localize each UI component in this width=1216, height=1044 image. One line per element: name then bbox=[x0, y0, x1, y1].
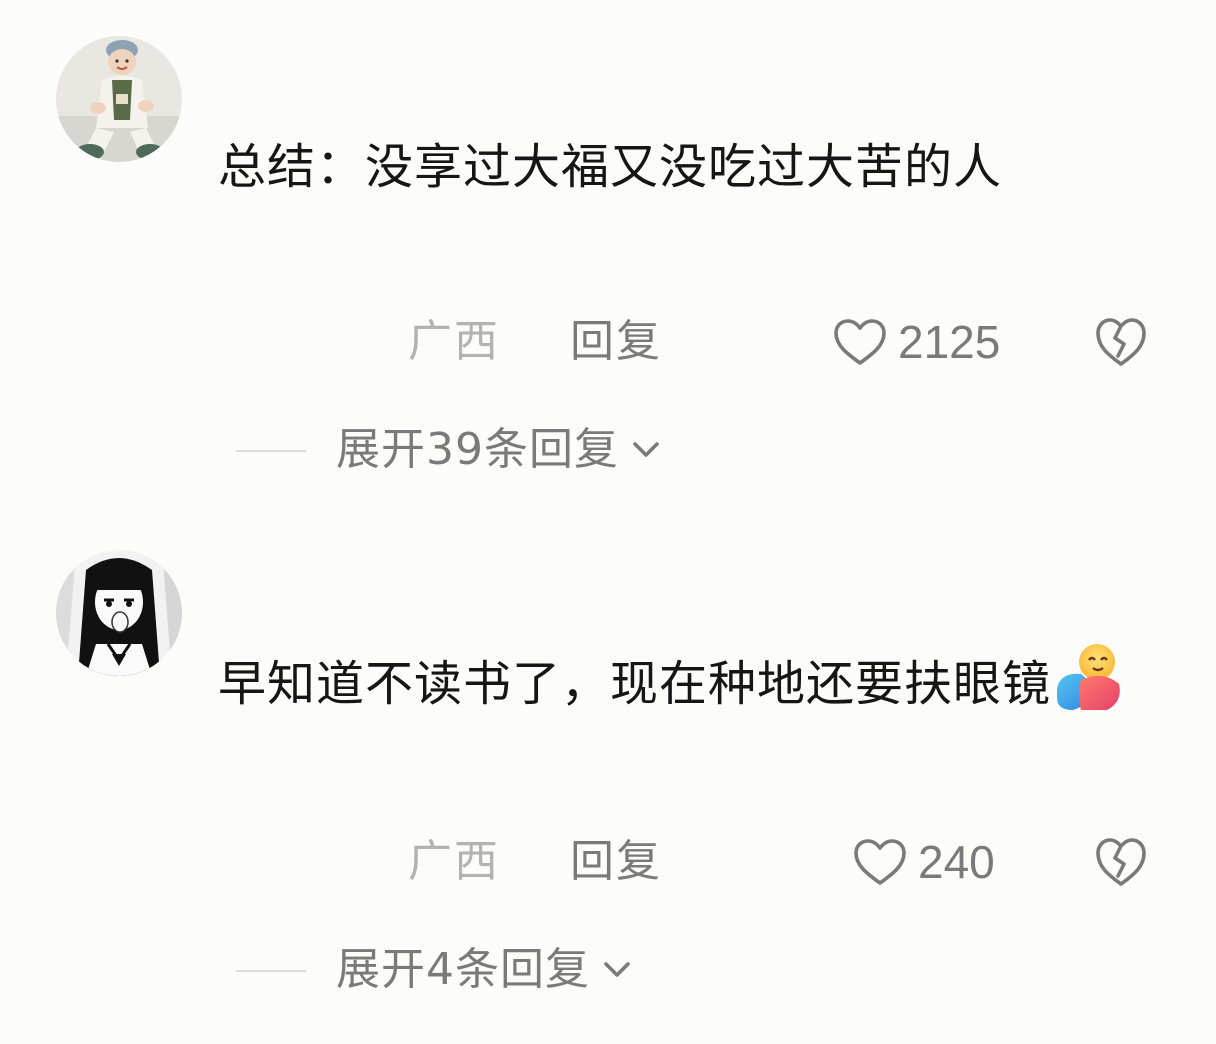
like-button[interactable]: 240 bbox=[852, 832, 995, 892]
comment-meta: 广西 回复 2125 bbox=[0, 312, 1216, 372]
divider-line bbox=[236, 970, 306, 972]
expand-replies-button[interactable]: 展开39条回复 bbox=[336, 420, 663, 480]
like-count: 2125 bbox=[898, 316, 1001, 368]
chevron-down-icon bbox=[604, 962, 630, 977]
comment-item: 早知道不读书了，现在种地还要扶眼镜 广西 回复 240 展开4条回复 bbox=[0, 520, 1216, 1044]
broken-heart-icon[interactable] bbox=[1094, 836, 1148, 888]
broken-heart-icon[interactable] bbox=[1094, 316, 1148, 368]
chevron-down-icon bbox=[633, 442, 659, 457]
reply-button[interactable]: 回复 bbox=[570, 312, 662, 372]
comment-text-content: 早知道不读书了，现在种地还要扶眼镜 bbox=[218, 656, 1052, 712]
like-button[interactable]: 2125 bbox=[832, 312, 1000, 372]
comment-text: 早知道不读书了，现在种地还要扶眼镜 bbox=[218, 640, 1138, 727]
user-avatar[interactable] bbox=[56, 36, 182, 162]
location-label: 广西 bbox=[408, 316, 500, 367]
heart-icon bbox=[834, 319, 886, 365]
like-count: 240 bbox=[918, 836, 995, 888]
divider-line bbox=[236, 450, 306, 452]
comment-text: 总结：没享过大福又没吃过大苦的人 bbox=[218, 139, 1003, 195]
comment-meta: 广西 回复 240 bbox=[0, 832, 1216, 892]
expand-replies: 展开4条回复 bbox=[0, 940, 1216, 1000]
expand-label: 展开39条回复 bbox=[336, 424, 619, 475]
location-label: 广西 bbox=[408, 836, 500, 887]
reply-button[interactable]: 回复 bbox=[570, 832, 662, 892]
expand-replies-button[interactable]: 展开4条回复 bbox=[336, 940, 634, 1000]
anime-girl-avatar-icon bbox=[56, 550, 182, 676]
hugging-face-emoji-icon bbox=[1057, 644, 1120, 710]
user-avatar[interactable] bbox=[56, 550, 182, 676]
expand-label: 展开4条回复 bbox=[336, 944, 590, 995]
comment-item: 总结：没享过大福又没吃过大苦的人 广西 回复 2125 展开39条回复 bbox=[0, 0, 1216, 520]
heart-icon bbox=[854, 839, 906, 885]
expand-replies: 展开39条回复 bbox=[0, 420, 1216, 480]
baby-avatar-icon bbox=[56, 36, 182, 162]
